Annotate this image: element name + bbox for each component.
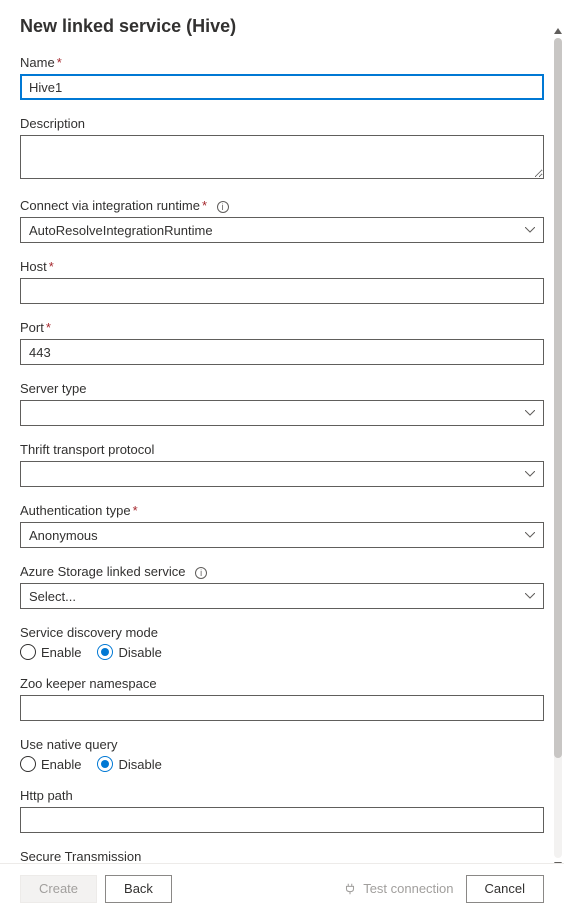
required-asterisk: * xyxy=(57,55,62,70)
name-label: Name* xyxy=(20,55,544,70)
plug-icon xyxy=(343,882,357,896)
port-label: Port* xyxy=(20,320,544,335)
info-icon[interactable]: i xyxy=(195,567,207,579)
cancel-button[interactable]: Cancel xyxy=(466,875,544,903)
integration-runtime-label: Connect via integration runtime* i xyxy=(20,198,544,213)
auth-type-label: Authentication type* xyxy=(20,503,544,518)
zookeeper-label: Zoo keeper namespace xyxy=(20,676,544,691)
azure-storage-label: Azure Storage linked service i xyxy=(20,564,544,579)
required-asterisk: * xyxy=(202,198,207,213)
server-type-label: Server type xyxy=(20,381,544,396)
scrollbar-track[interactable] xyxy=(554,38,562,858)
thrift-protocol-label: Thrift transport protocol xyxy=(20,442,544,457)
chevron-down-icon xyxy=(525,471,535,477)
required-asterisk: * xyxy=(46,320,51,335)
azure-storage-select[interactable]: Select... xyxy=(20,583,544,609)
secure-transmission-label: Secure Transmission xyxy=(20,849,544,864)
description-label: Description xyxy=(20,116,544,131)
chevron-down-icon xyxy=(525,532,535,538)
back-button[interactable]: Back xyxy=(105,875,172,903)
required-asterisk: * xyxy=(49,259,54,274)
auth-type-select[interactable]: Anonymous xyxy=(20,522,544,548)
page-title: New linked service (Hive) xyxy=(20,16,544,37)
required-asterisk: * xyxy=(133,503,138,518)
footer: Create Back Test connection Cancel xyxy=(0,863,564,913)
chevron-down-icon xyxy=(525,227,535,233)
service-discovery-enable-radio[interactable]: Enable xyxy=(20,644,81,660)
description-input[interactable] xyxy=(20,135,544,179)
zookeeper-input[interactable] xyxy=(20,695,544,721)
native-query-enable-radio[interactable]: Enable xyxy=(20,756,81,772)
thrift-protocol-select[interactable] xyxy=(20,461,544,487)
scrollbar-thumb[interactable] xyxy=(554,38,562,758)
test-connection-button[interactable]: Test connection xyxy=(343,881,453,896)
server-type-select[interactable] xyxy=(20,400,544,426)
host-label: Host* xyxy=(20,259,544,274)
port-input[interactable] xyxy=(20,339,544,365)
service-discovery-label: Service discovery mode xyxy=(20,625,544,640)
name-input[interactable] xyxy=(20,74,544,100)
service-discovery-disable-radio[interactable]: Disable xyxy=(97,644,161,660)
create-button[interactable]: Create xyxy=(20,875,97,903)
host-input[interactable] xyxy=(20,278,544,304)
http-path-input[interactable] xyxy=(20,807,544,833)
http-path-label: Http path xyxy=(20,788,544,803)
integration-runtime-select[interactable]: AutoResolveIntegrationRuntime xyxy=(20,217,544,243)
scrollbar-up-arrow[interactable] xyxy=(554,26,562,36)
native-query-label: Use native query xyxy=(20,737,544,752)
chevron-down-icon xyxy=(525,410,535,416)
info-icon[interactable]: i xyxy=(217,201,229,213)
native-query-disable-radio[interactable]: Disable xyxy=(97,756,161,772)
chevron-down-icon xyxy=(525,593,535,599)
